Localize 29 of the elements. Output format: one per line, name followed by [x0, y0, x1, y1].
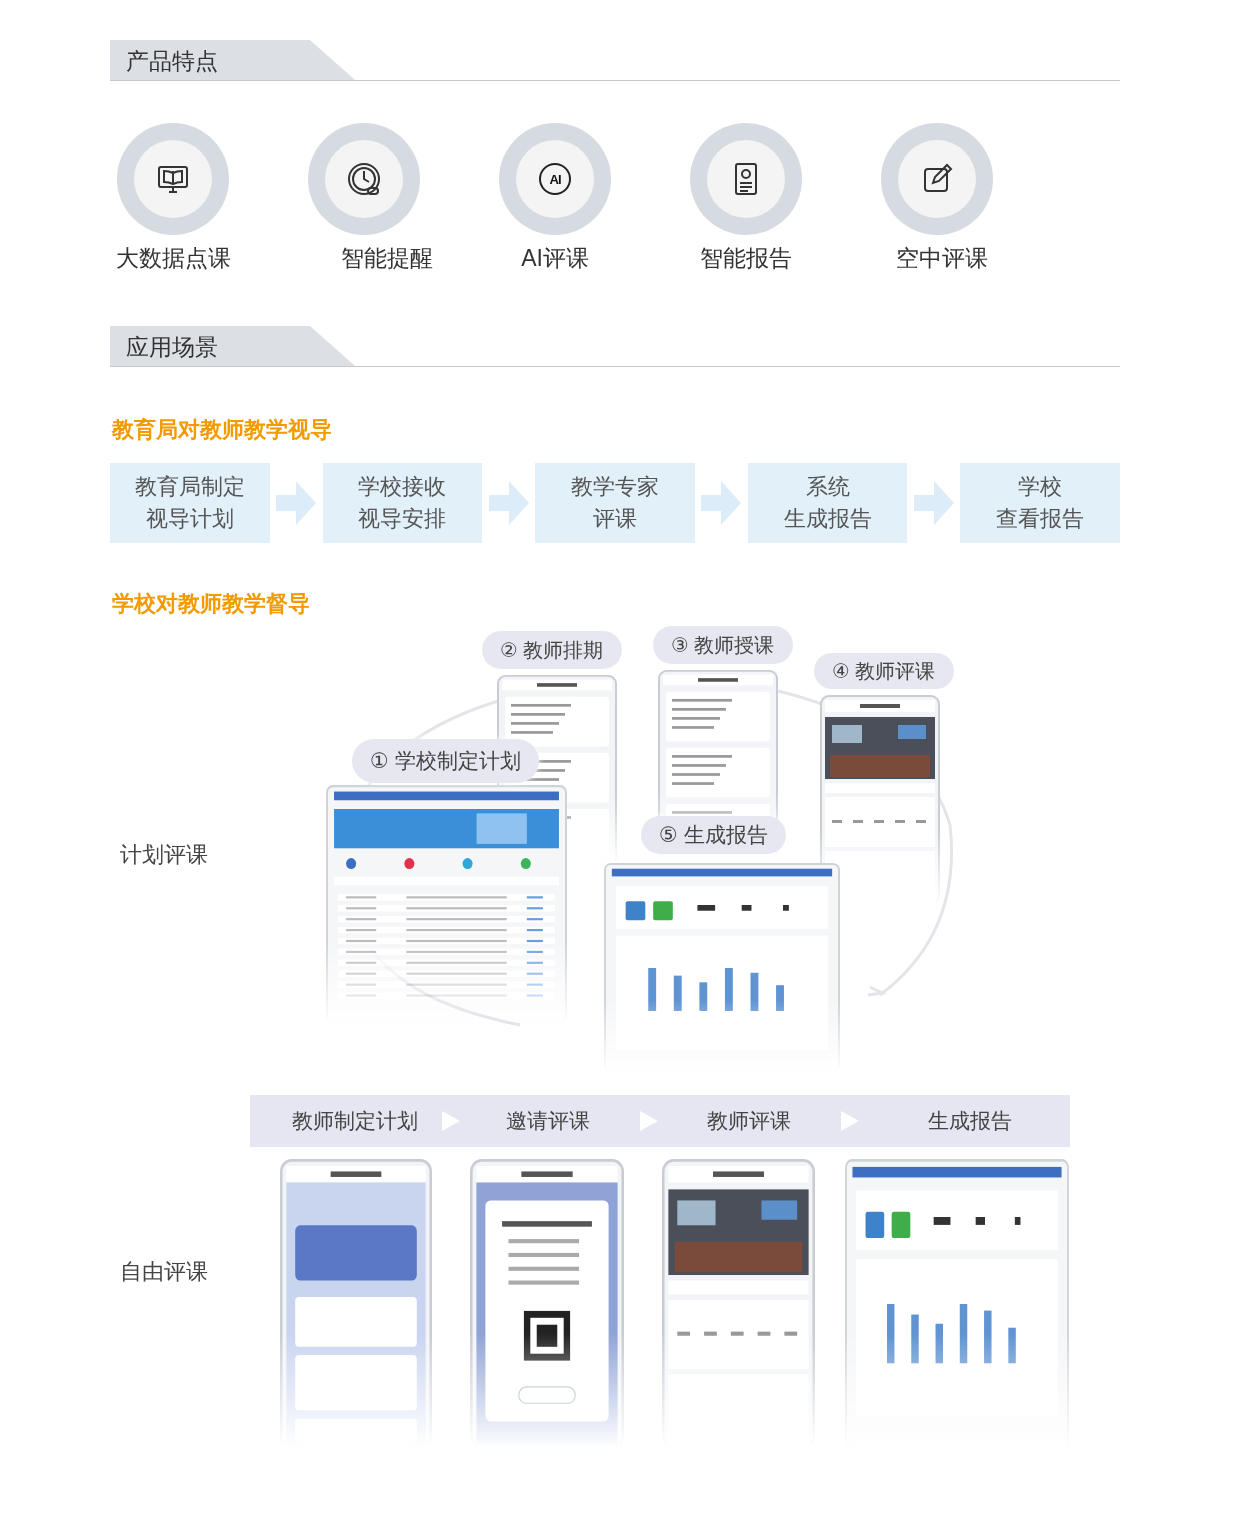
flow-step: 学校接收 视导安排: [322, 463, 483, 543]
section-title: 应用场景: [110, 326, 355, 366]
step-pill: ④ 教师评课: [814, 653, 954, 689]
feature-label: 智能报告: [700, 244, 792, 273]
arrow-icon: [639, 1111, 658, 1131]
flow-step: 教育局制定 视导计划: [110, 463, 270, 543]
feature-label: 大数据点课: [115, 244, 231, 273]
flow-step: 学校 查看报告: [960, 463, 1120, 543]
ai-icon: AI: [539, 163, 571, 195]
step-label: 教师评课: [706, 1108, 793, 1134]
section-title: 产品特点: [110, 40, 355, 80]
step-pill: ③ 教师授课: [653, 626, 793, 664]
flow-step: 教学专家 评课: [535, 463, 695, 543]
mode-label: 自由评课: [119, 1258, 209, 1286]
step-pill: ① 学校制定计划: [352, 739, 539, 783]
feature-label: 空中评课: [896, 244, 988, 273]
step-label: 生成报告: [927, 1108, 1014, 1134]
step-pill: ② 教师排期: [482, 631, 622, 669]
arrow-icon: [840, 1111, 859, 1131]
scenario-heading: 教育局对教师教学视导: [112, 416, 332, 444]
mode-label: 计划评课: [119, 841, 209, 869]
feature-label: AI评课: [521, 244, 589, 273]
step-pill: ⑤ 生成报告: [641, 816, 786, 854]
scenario-heading: 学校对教师教学督导: [112, 590, 310, 618]
flow-step: 系统 生成报告: [747, 463, 908, 543]
arrow-icon: [442, 1111, 461, 1131]
step-label: 教师制定计划: [290, 1108, 419, 1134]
step-label: 邀请评课: [504, 1108, 591, 1134]
feature-label: 智能提醒: [340, 244, 433, 273]
